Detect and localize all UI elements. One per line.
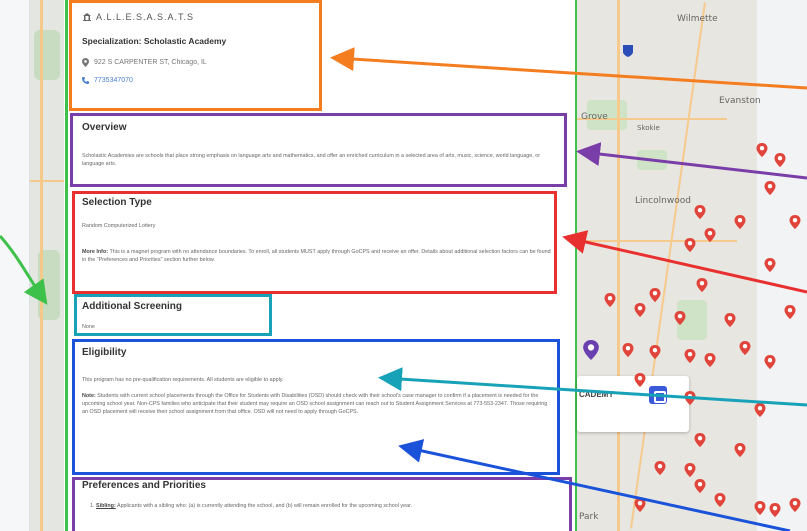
map-pin-icon[interactable] [723, 313, 737, 327]
map-pin-icon[interactable] [755, 143, 769, 157]
map-pin-icon[interactable] [733, 215, 747, 229]
location-pin-icon [82, 58, 89, 67]
map-pin-icon[interactable] [703, 228, 717, 242]
overview-text: Scholastic Academies are schools that pl… [82, 153, 541, 167]
eligibility-heading: Eligibility [82, 347, 127, 358]
selection-type-value: Random Computerized Lottery [82, 223, 156, 229]
map-pin-icon[interactable] [683, 391, 697, 405]
overview-heading: Overview [82, 122, 127, 133]
map-pin-icon[interactable] [763, 355, 777, 369]
highway-shield-icon [623, 45, 633, 57]
map-pin-icon[interactable] [693, 205, 707, 219]
eligibility-note: Note: Students with current school place… [82, 392, 552, 416]
school-icon [83, 13, 91, 21]
map-pin-icon[interactable] [738, 341, 752, 355]
more-info-text: This is a magnet program with no attenda… [82, 249, 551, 263]
map-pin-icon[interactable] [763, 181, 777, 195]
map-label-skokie: Skokie [637, 124, 660, 132]
map-pin-icon[interactable] [633, 498, 647, 512]
school-phone-link[interactable]: 7735347070 [94, 77, 133, 84]
eligibility-text: This program has no pre-qualification re… [82, 377, 284, 383]
preferences-heading: Preferences and Priorities [82, 480, 206, 491]
selection-more-info: More Info: This is a magnet program with… [82, 248, 552, 264]
school-name: A.L.L.E.S.A.S.A.T.S [96, 12, 195, 22]
phone-row[interactable]: 7735347070 [82, 77, 322, 84]
map-pin-icon[interactable] [648, 345, 662, 359]
map-pin-icon[interactable] [788, 498, 802, 512]
map-road [617, 0, 620, 531]
school-header: A.L.L.E.S.A.S.A.T.S Specialization: Scho… [82, 12, 322, 84]
map-road [40, 0, 43, 531]
map-pin-icon[interactable] [621, 343, 635, 357]
map-pin-icon[interactable] [673, 311, 687, 325]
map-pin-icon[interactable] [683, 349, 697, 363]
map-pin-icon[interactable] [733, 443, 747, 457]
note-text: Students with current school placements … [82, 393, 548, 415]
sibling-label: Sibling: [96, 503, 116, 509]
school-name-row: A.L.L.E.S.A.S.A.T.S [82, 12, 322, 22]
phone-icon [82, 77, 89, 84]
map-pin-icon[interactable] [703, 353, 717, 367]
map-pin-icon[interactable] [773, 153, 787, 167]
address-row: 922 S CARPENTER ST, Chicago, IL [82, 58, 322, 67]
map-pin-icon[interactable] [788, 215, 802, 229]
map-pin-icon[interactable] [753, 501, 767, 515]
map-pin-icon[interactable] [695, 278, 709, 292]
map-label-grove: Grove [581, 112, 608, 122]
note-label: Note: [82, 393, 96, 399]
map-road [30, 180, 64, 182]
map-pin-icon[interactable] [653, 461, 667, 475]
map-park-area [34, 30, 60, 80]
additional-screening-heading: Additional Screening [82, 301, 183, 312]
map-card-school-name: CADEMY [579, 390, 614, 399]
preferences-item-sibling: 1. Sibling: Applicants with a sibling wh… [90, 503, 413, 509]
map-card-open-button[interactable] [649, 386, 667, 404]
map-pin-icon[interactable] [633, 303, 647, 317]
map-label-park: Park [579, 512, 599, 522]
map-road [630, 2, 706, 529]
school-address: 922 S CARPENTER ST, Chicago, IL [94, 59, 207, 66]
map-park-area [637, 150, 667, 170]
selected-school-pin-icon[interactable] [581, 340, 601, 360]
map-pin-icon[interactable] [683, 463, 697, 477]
map-pin-icon[interactable] [693, 433, 707, 447]
map-pin-icon[interactable] [633, 373, 647, 387]
selection-type-heading: Selection Type [82, 197, 152, 208]
map-pin-icon[interactable] [648, 288, 662, 302]
map-pin-icon[interactable] [753, 403, 767, 417]
map-pin-icon[interactable] [603, 293, 617, 307]
map-pin-icon[interactable] [683, 238, 697, 252]
map-pin-icon[interactable] [768, 503, 782, 517]
school-specialization: Specialization: Scholastic Academy [82, 36, 227, 46]
additional-screening-value: None [82, 324, 95, 330]
map-label-lincolnwood: Lincolnwood [635, 196, 691, 206]
side-panel-edge [0, 0, 30, 531]
more-info-label: More Info: [82, 249, 109, 255]
map-pin-icon[interactable] [693, 479, 707, 493]
map-pin-icon[interactable] [713, 493, 727, 507]
map-pin-icon[interactable] [763, 258, 777, 272]
map-label-evanston: Evanston [719, 96, 761, 106]
map-pin-icon[interactable] [783, 305, 797, 319]
sibling-text: Applicants with a sibling who: (a) is cu… [116, 503, 413, 509]
map-label-wilmette: Wilmette [677, 14, 718, 24]
